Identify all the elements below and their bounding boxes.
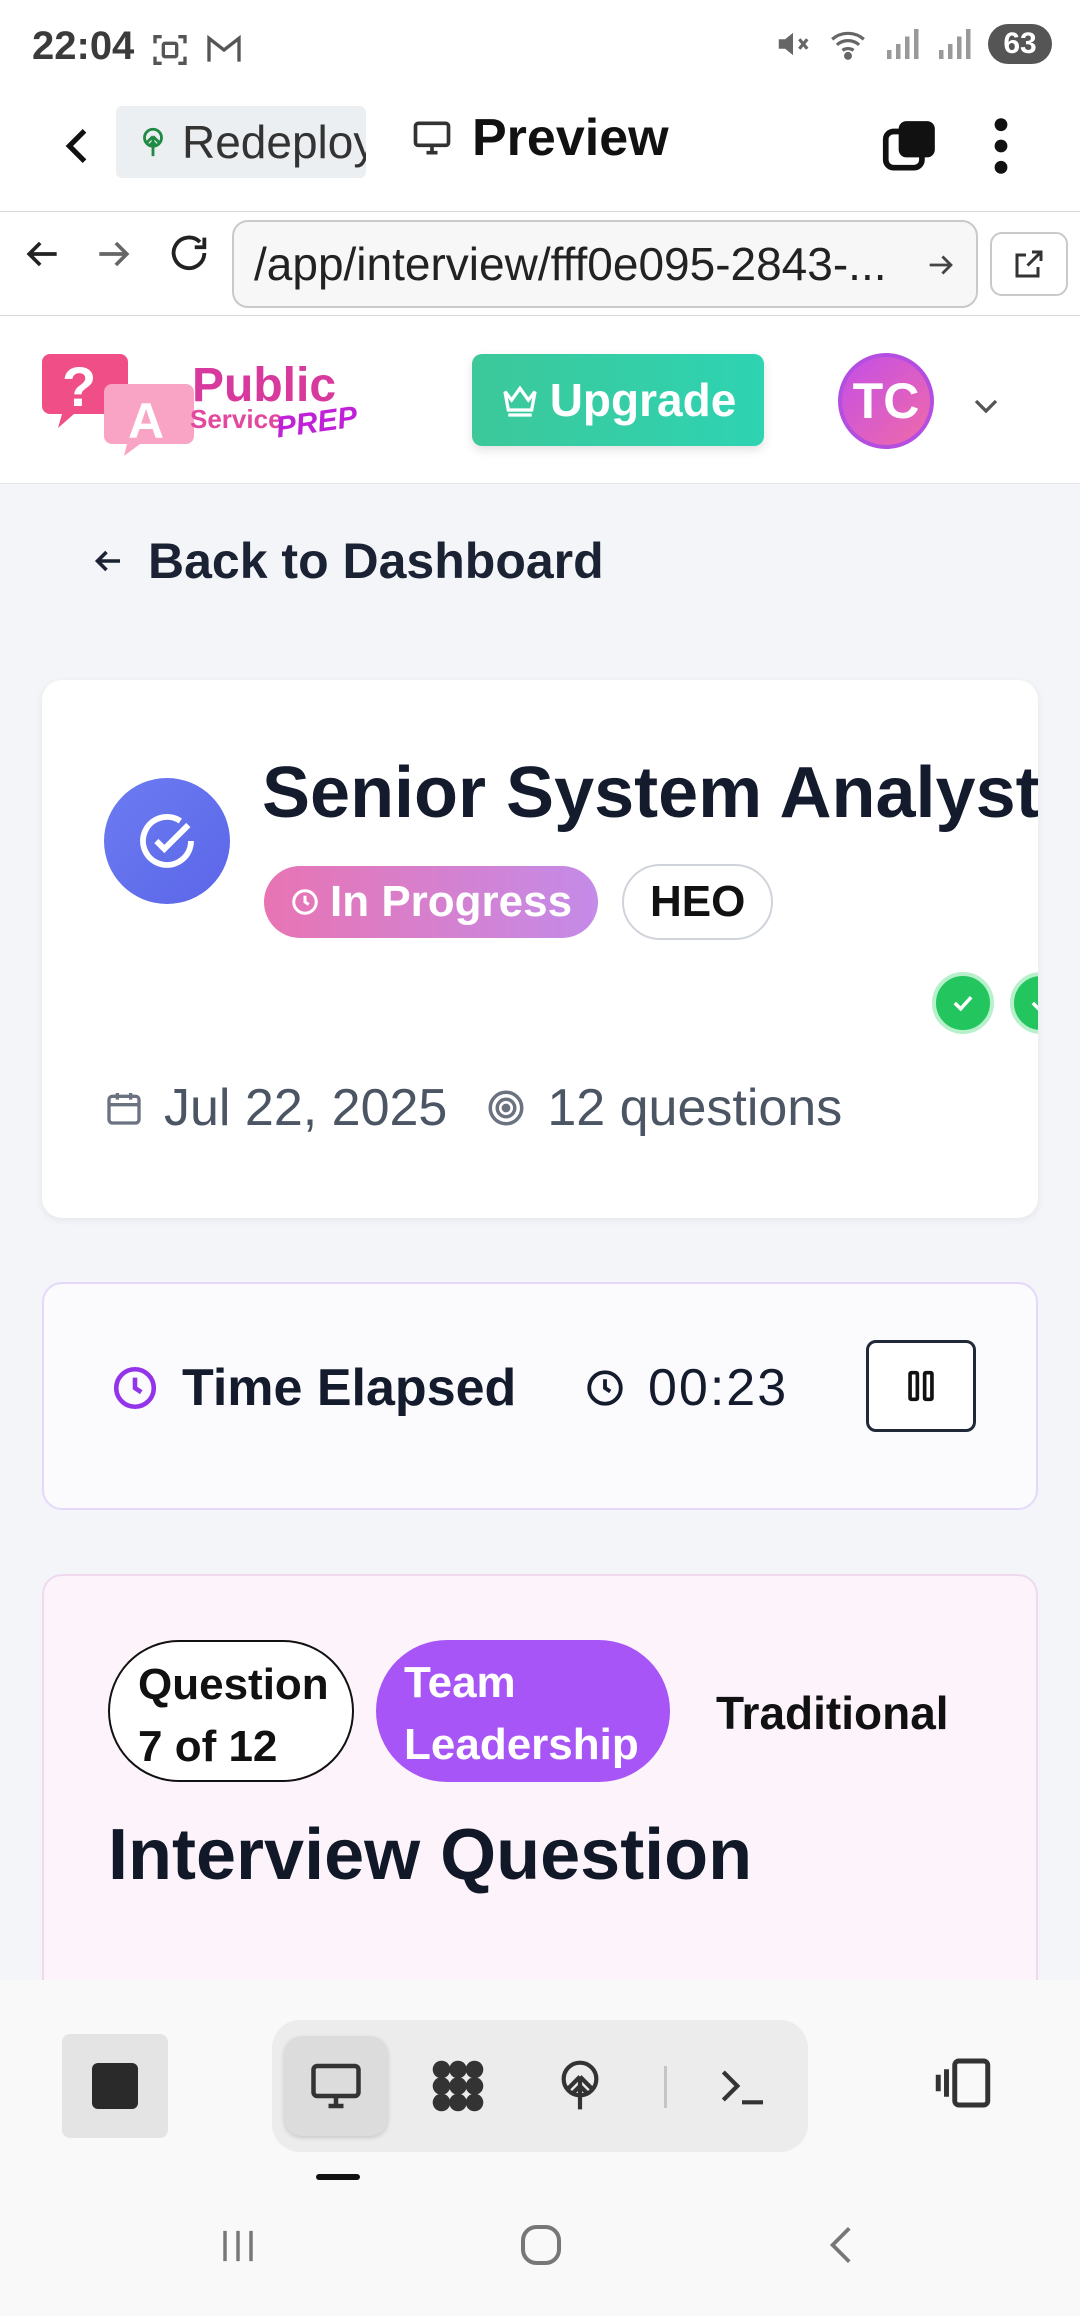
user-avatar[interactable]: TC [838, 353, 934, 449]
pause-button[interactable] [866, 1340, 976, 1432]
app-header: ? A Public Service PREP Upgrade TC [0, 316, 1080, 484]
monitor-icon [311, 2063, 361, 2109]
interview-card: Senior System Analyst In Progress HEO Ju… [42, 680, 1038, 1218]
back-to-dashboard-link[interactable]: Back to Dashboard [90, 532, 604, 590]
url-text: /app/interview/fff0e095-2843-... [254, 238, 887, 290]
logo-text-service: Service [190, 404, 283, 434]
time-elapsed-text: Time Elapsed [182, 1359, 517, 1417]
go-arrow-icon[interactable] [924, 248, 958, 282]
terminal-icon [721, 2070, 763, 2105]
reload-icon[interactable] [166, 230, 212, 276]
question-type-label: Traditional [716, 1687, 949, 1739]
interview-status-icon [104, 778, 230, 904]
timer-value: 00:23 [648, 1359, 789, 1417]
stop-button[interactable] [62, 2034, 168, 2138]
mute-icon [778, 32, 809, 56]
upgrade-button[interactable]: Upgrade [472, 354, 764, 446]
rotate-screen-icon[interactable] [930, 2050, 996, 2116]
deploy-tree-icon [561, 2060, 599, 2110]
gmail-icon [207, 34, 241, 62]
question-position-badge: Question 7 of 12 [108, 1640, 354, 1782]
grid-flower-icon [432, 2060, 484, 2112]
question-card: Question 7 of 12 Team Leadership Traditi… [42, 1574, 1038, 1994]
check-icon [1031, 1001, 1038, 1011]
clock-icon [587, 1370, 623, 1406]
preview-view-button[interactable] [284, 2036, 388, 2136]
grade-badge: HEO [622, 864, 774, 940]
completed-question-indicator [932, 972, 994, 1034]
signal-icon-2 [939, 29, 971, 59]
url-bar: /app/interview/fff0e095-2843-... [0, 212, 1080, 316]
crown-icon [503, 385, 537, 417]
interview-meta: Jul 22, 2025 12 questions [104, 1078, 842, 1138]
screenshot-icon [153, 35, 187, 65]
system-back-icon[interactable] [818, 2220, 868, 2270]
check-circle-icon [140, 814, 194, 868]
preview-label: Preview [472, 109, 669, 167]
status-notification-icons [150, 30, 244, 70]
logo-mark-icon: ? A [42, 354, 194, 456]
question-position-line1: Question [138, 1660, 329, 1709]
chevron-down-icon[interactable] [966, 386, 1006, 426]
timer-display: 00:23 [584, 1358, 788, 1418]
clock-icon [292, 889, 318, 915]
question-position-line2: 7 of 12 [138, 1722, 278, 1771]
target-icon [488, 1090, 524, 1126]
stop-icon [92, 2063, 138, 2109]
check-icon [953, 995, 973, 1012]
more-options-icon[interactable] [990, 114, 1012, 178]
monitor-icon [413, 121, 451, 155]
preview-title: Preview [410, 108, 669, 168]
home-icon[interactable] [514, 2218, 568, 2272]
completed-question-indicator [1010, 972, 1038, 1034]
calendar-icon [107, 1093, 141, 1125]
status-bar: 22:04 63 [0, 0, 1080, 96]
timer-card: Time Elapsed 00:23 [42, 1282, 1038, 1510]
agents-view-button[interactable] [406, 2036, 510, 2136]
bottom-toolbar [0, 1980, 1080, 2180]
toolbar-divider [664, 2066, 667, 2108]
open-external-button[interactable] [990, 232, 1068, 296]
view-switcher [272, 2020, 808, 2152]
svg-text:A: A [128, 393, 164, 449]
tabs-icon[interactable] [878, 116, 940, 178]
arrow-left-icon [94, 550, 120, 572]
console-view-button[interactable] [690, 2036, 794, 2136]
svg-text:?: ? [62, 355, 96, 418]
arrow-forward-icon[interactable] [92, 232, 136, 276]
status-system-icons: 63 [774, 24, 1052, 64]
deploy-view-button[interactable] [528, 2036, 632, 2136]
category-line2: Leadership [404, 1720, 639, 1769]
status-badge-label: In Progress [330, 877, 573, 926]
category-line1: Team [404, 1658, 516, 1707]
back-link-label: Back to Dashboard [148, 533, 604, 589]
signal-icon [887, 29, 919, 59]
status-time: 22:04 [32, 24, 135, 68]
time-elapsed-label: Time Elapsed [110, 1358, 516, 1418]
project-tab-label: Redeploy [182, 116, 366, 168]
deploy-tree-icon [143, 127, 163, 157]
status-badge: In Progress [264, 866, 599, 938]
preview-top-bar: Redeploy Preview [0, 96, 1080, 212]
clock-icon [113, 1366, 157, 1410]
recent-apps-icon[interactable] [212, 2220, 264, 2272]
battery-indicator: 63 [988, 24, 1052, 64]
url-input[interactable]: /app/interview/fff0e095-2843-... [232, 220, 978, 308]
interview-date: Jul 22, 2025 [164, 1079, 448, 1137]
back-chevron-icon[interactable] [52, 120, 104, 172]
interview-title: Senior System Analyst [262, 753, 1038, 833]
system-navigation-bar [0, 2180, 1080, 2316]
arrow-back-icon[interactable] [20, 232, 64, 276]
category-badge: Team Leadership [376, 1640, 670, 1782]
question-heading: Interview Question [108, 1815, 753, 1895]
wifi-icon [831, 31, 865, 60]
questions-count: 12 questions [547, 1079, 843, 1137]
external-link-icon [1015, 250, 1043, 278]
project-tab[interactable]: Redeploy [116, 106, 366, 178]
pause-icon [908, 1370, 934, 1402]
upgrade-label: Upgrade [549, 374, 737, 426]
